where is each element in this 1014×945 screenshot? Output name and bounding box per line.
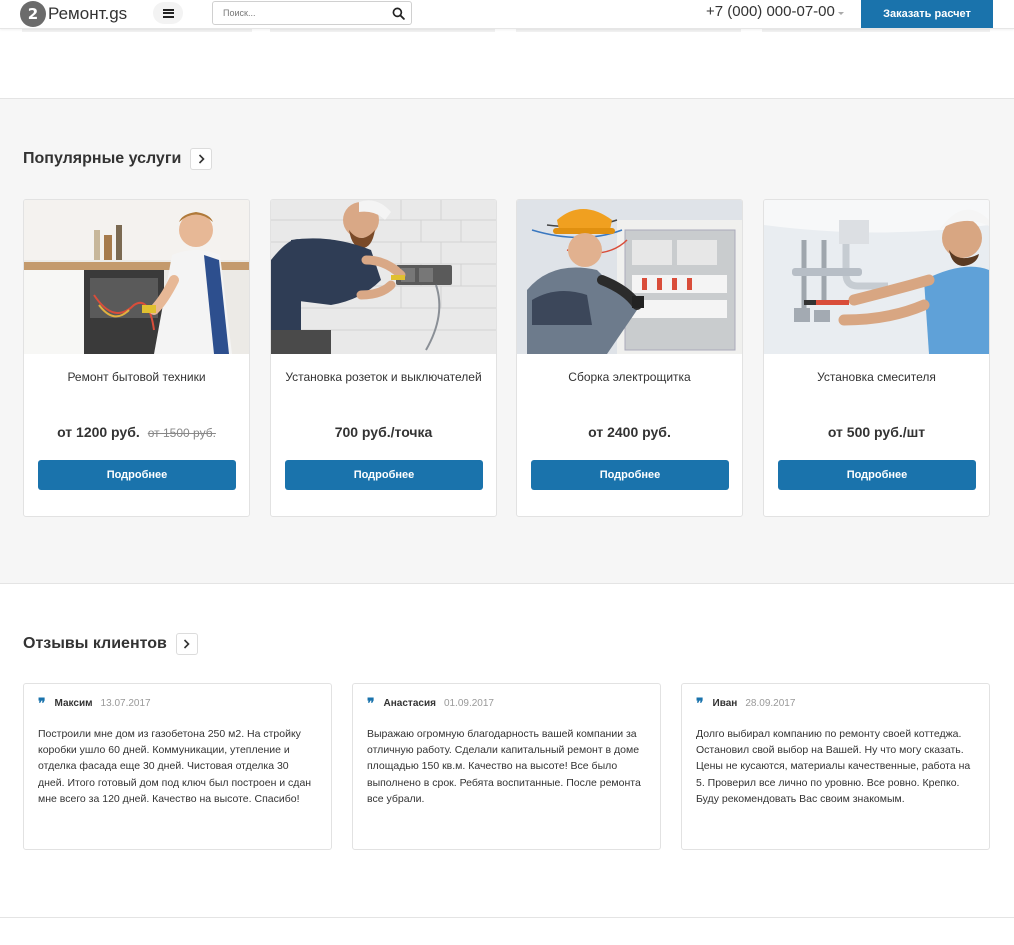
review-header: ❞ Максим 13.07.2017 xyxy=(38,695,151,712)
services-more-button[interactable] xyxy=(190,148,213,170)
service-image xyxy=(24,200,249,354)
section-title: Популярные услуги xyxy=(23,148,213,170)
review-author: Максим xyxy=(54,698,93,709)
price-current: от 2400 руб. xyxy=(588,424,671,440)
service-image xyxy=(517,200,742,354)
divider xyxy=(516,29,741,32)
logo-text: Ремонт.gs xyxy=(48,3,128,23)
details-button[interactable]: Подробнее xyxy=(285,460,483,490)
site-header: 2 Ремонт.gs +7 (000) 000-07-00 Заказать … xyxy=(0,0,1014,29)
reviews-section: Отзывы клиентов ❞ Максим 13.07.2017 Пост… xyxy=(0,584,1014,918)
logo-mark: 2 xyxy=(20,0,46,27)
popular-services-section: Популярные услуги Ремонт бытовой техники… xyxy=(0,98,1014,584)
review-date: 28.09.2017 xyxy=(745,698,796,709)
phone-number[interactable]: +7 (000) 000-07-00 xyxy=(706,3,844,20)
review-header: ❞ Анастасия 01.09.2017 xyxy=(367,695,494,712)
service-title: Установка розеток и выключателей xyxy=(285,370,482,384)
review-date: 01.09.2017 xyxy=(443,698,494,709)
quote-icon: ❞ xyxy=(367,695,375,712)
hamburger-icon xyxy=(162,8,174,18)
review-text: Построили мне дом из газобетона 250 м2. … xyxy=(38,728,312,805)
services-title: Популярные услуги xyxy=(23,150,182,167)
review-card: ❞ Анастасия 01.09.2017 Выражаю огромную … xyxy=(352,683,661,850)
reviews-more-button[interactable] xyxy=(175,633,198,655)
divider xyxy=(22,29,252,32)
details-button[interactable]: Подробнее xyxy=(778,460,976,490)
review-header: ❞ Иван 28.09.2017 xyxy=(696,695,796,712)
service-price: 700 руб./точка xyxy=(271,424,496,440)
quote-icon: ❞ xyxy=(696,695,704,712)
service-price: от 2400 руб. xyxy=(517,424,742,440)
service-card[interactable]: Сборка электрощитка от 2400 руб. Подробн… xyxy=(516,199,743,517)
order-estimate-button[interactable]: Заказать расчет xyxy=(861,0,993,28)
service-title: Сборка электрощитка xyxy=(568,370,691,384)
divider xyxy=(270,29,495,32)
service-image xyxy=(764,200,989,354)
price-current: от 500 руб./шт xyxy=(827,424,926,440)
service-card[interactable]: Ремонт бытовой техники от 1200 руб. от 15… xyxy=(23,199,250,517)
service-card[interactable]: Установка розеток и выключателей 700 руб… xyxy=(270,199,497,517)
review-author: Иван xyxy=(712,698,738,709)
service-price: от 1200 руб. от 1500 руб. xyxy=(24,424,249,440)
quote-icon: ❞ xyxy=(38,695,46,712)
search-box xyxy=(212,1,412,25)
review-author: Анастасия xyxy=(383,698,436,709)
section-title: Отзывы клиентов xyxy=(23,633,198,655)
service-price: от 500 руб./шт xyxy=(764,424,989,440)
service-title: Установка смесителя xyxy=(817,370,936,384)
chevron-down-icon xyxy=(837,12,844,15)
details-button[interactable]: Подробнее xyxy=(38,460,236,490)
logo[interactable]: 2 Ремонт.gs xyxy=(20,0,127,27)
review-text: Долго выбирал компанию по ремонту своей … xyxy=(696,728,971,805)
chevron-right-icon xyxy=(184,639,190,649)
price-old: от 1500 руб. xyxy=(147,426,216,440)
search-input[interactable] xyxy=(213,2,388,24)
menu-button[interactable] xyxy=(153,2,183,24)
service-title: Ремонт бытовой техники xyxy=(67,370,206,384)
divider xyxy=(762,29,990,32)
phone-text: +7 (000) 000-07-00 xyxy=(706,3,835,20)
chevron-right-icon xyxy=(198,154,205,164)
service-image xyxy=(271,200,496,354)
search-icon[interactable] xyxy=(392,7,405,20)
details-button[interactable]: Подробнее xyxy=(531,460,729,490)
review-card: ❞ Максим 13.07.2017 Построили мне дом из… xyxy=(23,683,332,850)
price-current: от 1200 руб. xyxy=(57,424,140,440)
reviews-title: Отзывы клиентов xyxy=(23,635,167,652)
review-date: 13.07.2017 xyxy=(100,698,151,709)
price-current: 700 руб./точка xyxy=(334,424,433,440)
service-card[interactable]: Установка смесителя от 500 руб./шт Подро… xyxy=(763,199,990,517)
review-text: Выражаю огромную благодарность вашей ком… xyxy=(367,728,641,805)
review-card: ❞ Иван 28.09.2017 Долго выбирал компанию… xyxy=(681,683,990,850)
